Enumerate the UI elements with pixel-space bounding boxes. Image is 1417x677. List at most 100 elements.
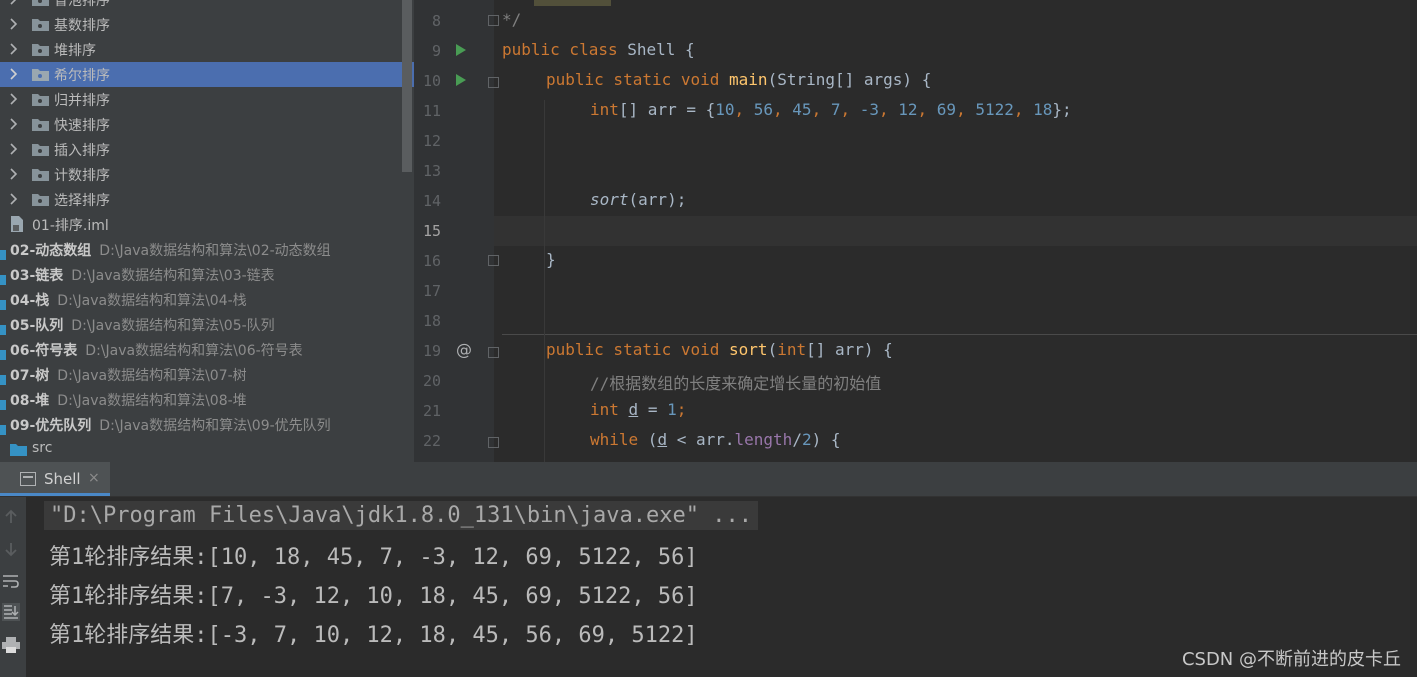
arrow-down-icon[interactable] (4, 541, 18, 557)
tree-folder[interactable]: 快速排序 (0, 112, 414, 137)
line-number: 12 (422, 132, 441, 150)
line-number: 22 (422, 432, 441, 450)
tree-module[interactable]: 06-符号表 D:\Java数据结构和算法\06-符号表 (0, 337, 414, 362)
fold-icon[interactable] (488, 77, 499, 88)
tree-module[interactable]: 03-链表 D:\Java数据结构和算法\03-链表 (0, 262, 414, 287)
tree-folder-selected[interactable]: 希尔排序 (0, 62, 414, 87)
code-text: [] arr) { (806, 340, 893, 359)
line-number-current: 15 (422, 222, 441, 240)
package-folder-icon (32, 19, 49, 31)
run-tool-window-header: Shell × (0, 462, 1417, 497)
code-keyword: int (590, 400, 619, 419)
tree-folder[interactable]: 插入排序 (0, 137, 414, 162)
tree-module[interactable]: 09-优先队列 D:\Java数据结构和算法\09-优先队列 (0, 412, 414, 437)
tree-folder[interactable]: 冒泡排序 (0, 0, 414, 12)
run-class-icon[interactable] (456, 44, 466, 56)
module-path: D:\Java数据结构和算法\07-树 (57, 368, 247, 384)
module-path: D:\Java数据结构和算法\05-队列 (71, 318, 275, 334)
tree-folder-src[interactable]: src (0, 437, 414, 462)
code-line: public class Shell { (502, 40, 695, 59)
tree-module[interactable]: 05-队列 D:\Java数据结构和算法\05-队列 (0, 312, 414, 337)
fold-icon[interactable] (488, 347, 499, 358)
tree-folder[interactable]: 计数排序 (0, 162, 414, 187)
line-number: 18 (422, 312, 441, 330)
fold-icon[interactable] (488, 15, 499, 26)
code-line: public static void sort(int[] arr) { (546, 340, 893, 359)
tree-folder-label: 冒泡排序 (54, 0, 110, 9)
module-name: 03-链表 (10, 268, 64, 284)
code-keyword: int (590, 100, 619, 119)
code-method-name: sort (729, 340, 768, 359)
search-highlight (534, 0, 611, 6)
chevron-right-icon[interactable] (8, 41, 20, 57)
chevron-right-icon[interactable] (8, 91, 20, 107)
chevron-right-icon[interactable] (8, 166, 20, 182)
module-path: D:\Java数据结构和算法\08-堆 (57, 393, 247, 409)
code-number: 69 (936, 100, 957, 119)
tree-folder[interactable]: 归并排序 (0, 87, 414, 112)
code-editor[interactable]: 8 9 10 11 12 13 14 15 16 17 18 19 20 21 … (414, 0, 1417, 462)
tree-module[interactable]: 02-动态数组 D:\Java数据结构和算法\02-动态数组 (0, 237, 414, 262)
code-line: int d = 1; (590, 400, 687, 419)
file-icon (11, 216, 23, 232)
override-at-icon[interactable]: @ (456, 340, 472, 359)
arrow-up-icon[interactable] (4, 509, 18, 525)
chevron-right-icon[interactable] (8, 116, 20, 132)
code-number: 1 (667, 400, 677, 419)
tree-folder[interactable]: 选择排序 (0, 187, 414, 212)
tree-file-iml[interactable]: 01-排序.iml (0, 212, 414, 237)
code-number: -3 (859, 100, 879, 119)
module-icon (0, 350, 6, 360)
code-text: < arr. (667, 430, 735, 449)
scroll-to-end-icon[interactable] (2, 603, 20, 621)
tab-shell-label: Shell (44, 470, 81, 488)
run-main-icon[interactable] (456, 74, 466, 86)
fold-icon[interactable] (488, 255, 499, 266)
indent-guide (544, 100, 545, 462)
chevron-right-icon[interactable] (8, 141, 20, 157)
code-text: [] arr = { (618, 100, 716, 119)
tree-folder-label: 快速排序 (54, 118, 110, 134)
code-text: ( (767, 340, 778, 359)
code-text: (String[] args) { (767, 70, 932, 89)
tree-scrollbar[interactable] (402, 0, 412, 172)
chevron-right-icon[interactable] (8, 66, 20, 82)
code-line: while (d < arr.length/2) { (590, 430, 841, 449)
tab-shell[interactable]: Shell × (0, 462, 110, 496)
code-text: (arr); (628, 190, 687, 209)
soft-wrap-icon[interactable] (2, 573, 20, 589)
fold-icon[interactable] (488, 437, 499, 448)
module-path: D:\Java数据结构和算法\04-栈 (57, 293, 247, 309)
tree-folder[interactable]: 堆排序 (0, 37, 414, 62)
tree-folder[interactable]: 基数排序 (0, 12, 414, 37)
chevron-right-icon[interactable] (8, 191, 20, 207)
code-number: 18 (1033, 100, 1053, 119)
tree-module[interactable]: 08-堆 D:\Java数据结构和算法\08-堆 (0, 387, 414, 412)
current-line-highlight (494, 216, 1417, 246)
code-comment: //根据数组的长度来确定增长量的初始值 (590, 374, 882, 393)
tree-module[interactable]: 07-树 D:\Java数据结构和算法\07-树 (0, 362, 414, 387)
tree-folder-label: 插入排序 (54, 143, 110, 159)
close-icon[interactable]: × (88, 470, 100, 486)
code-text: Shell { (617, 40, 695, 59)
line-number: 13 (422, 162, 441, 180)
method-separator (502, 334, 1417, 335)
code-keyword: public class (502, 40, 618, 59)
chevron-right-icon[interactable] (8, 0, 20, 7)
console-tab-icon (20, 472, 36, 486)
code-keyword: while (590, 430, 639, 449)
code-field: length (734, 430, 793, 449)
tree-folder-label: 堆排序 (54, 43, 96, 59)
module-path: D:\Java数据结构和算法\06-符号表 (85, 343, 303, 359)
code-text: ) { (811, 430, 841, 449)
tree-module[interactable]: 04-栈 D:\Java数据结构和算法\04-栈 (0, 287, 414, 312)
project-tree: 冒泡排序 基数排序 堆排序 希尔排序 归并排序 快速排序 插入排序 计数排序 选 (0, 0, 414, 462)
print-icon[interactable] (2, 637, 20, 653)
code-text: = (638, 400, 668, 419)
package-folder-icon (32, 144, 49, 156)
module-name: 02-动态数组 (10, 243, 92, 259)
code-method-call: sort (590, 190, 629, 209)
module-name: 06-符号表 (10, 343, 78, 359)
chevron-right-icon[interactable] (8, 16, 20, 32)
code-variable: d (628, 400, 639, 419)
